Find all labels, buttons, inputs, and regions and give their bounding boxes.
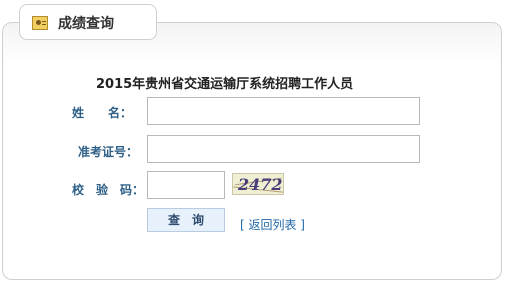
tab-score-query[interactable]: 成绩查询: [19, 4, 157, 40]
tab-title: 成绩查询: [58, 16, 114, 32]
captcha-label: 校 验 码：: [72, 183, 145, 197]
captcha-image[interactable]: 2472: [232, 173, 284, 195]
name-input[interactable]: [147, 97, 420, 125]
exam-number-input[interactable]: [147, 135, 420, 163]
captcha-input[interactable]: [147, 171, 225, 199]
exam-number-label: 准考证号：: [78, 145, 139, 159]
captcha-code: 2472: [238, 175, 283, 194]
name-label: 姓 名：: [72, 106, 133, 120]
query-button[interactable]: 查 询: [147, 208, 225, 232]
user-card-icon: [32, 16, 48, 30]
back-to-list-link[interactable]: [ 返回列表 ]: [240, 216, 305, 233]
form-title: 2015年贵州省交通运输厅系统招聘工作人员: [96, 77, 354, 92]
